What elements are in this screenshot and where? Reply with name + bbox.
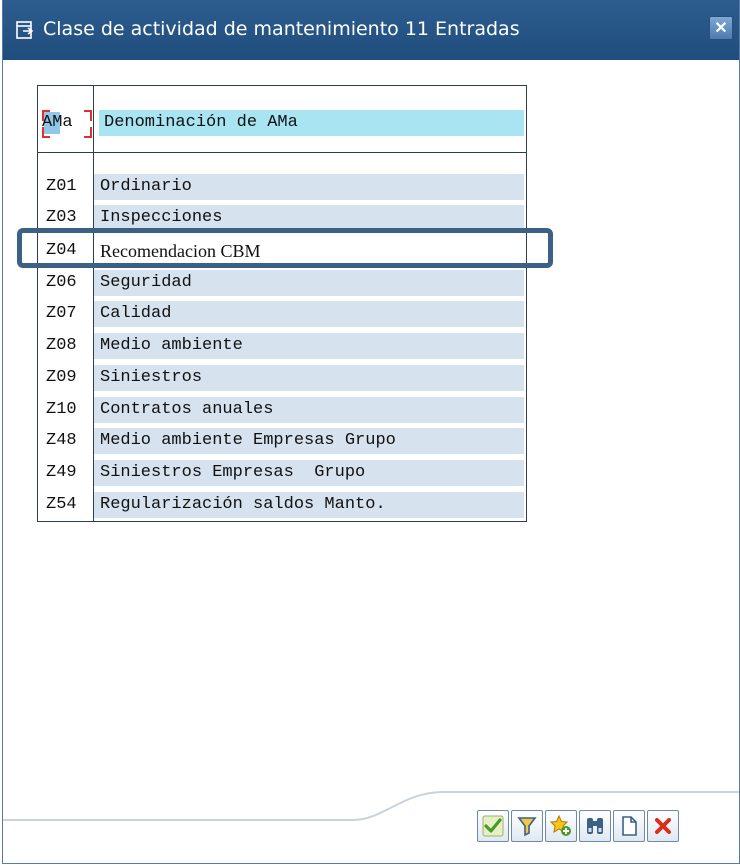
row-name: Contratos anuales <box>94 397 524 423</box>
filter-icon <box>517 817 537 837</box>
list-row[interactable]: Z54 Regularización saldos Manto. <box>38 490 526 520</box>
selection-highlight <box>17 228 553 268</box>
cancel-icon <box>655 818 671 834</box>
new-document-icon <box>622 816 637 836</box>
column-header-key[interactable]: AMa <box>42 110 92 138</box>
window-title: Clase de actividad de mantenimiento 11 E… <box>43 18 520 40</box>
row-key: Z08 <box>46 336 77 355</box>
list-row[interactable]: Z49 Siniestros Empresas Grupo <box>38 458 526 488</box>
list-row[interactable]: Z48 Medio ambiente Empresas Grupo <box>38 426 526 456</box>
row-name: Siniestros Empresas Grupo <box>94 460 524 486</box>
filter-button[interactable] <box>511 810 543 842</box>
cancel-button[interactable] <box>647 810 679 842</box>
row-key: Z07 <box>46 304 77 323</box>
list-row[interactable]: Z01 Ordinario <box>38 172 526 202</box>
row-name: Medio ambiente Empresas Grupo <box>94 428 524 454</box>
row-key: Z54 <box>46 495 77 514</box>
focus-bracket-icon <box>84 110 92 121</box>
star-add-icon <box>549 814 571 836</box>
row-name: Regularización saldos Manto. <box>94 492 524 518</box>
header-separator <box>38 152 526 153</box>
row-name: Ordinario <box>94 174 524 200</box>
row-name: Medio ambiente <box>94 333 524 359</box>
row-name: Calidad <box>94 301 524 327</box>
close-button[interactable]: ✕ <box>709 16 733 40</box>
new-entry-button[interactable] <box>613 810 645 842</box>
close-icon: ✕ <box>714 20 728 37</box>
column-header-name[interactable]: Denominación de AMa <box>99 110 524 136</box>
check-icon <box>482 815 504 837</box>
row-key: Z48 <box>46 431 77 450</box>
row-key: Z49 <box>46 463 77 482</box>
dialog-toolbar <box>477 810 679 842</box>
list-row[interactable]: Z07 Calidad <box>38 299 526 329</box>
row-key: Z06 <box>46 273 77 292</box>
row-name: Siniestros <box>94 365 524 391</box>
confirm-button[interactable] <box>477 810 509 842</box>
window-menu-icon[interactable] <box>15 20 35 40</box>
find-button[interactable] <box>579 810 611 842</box>
binoculars-icon <box>587 818 603 834</box>
dialog-window: Clase de actividad de mantenimiento 11 E… <box>2 0 740 864</box>
title-bar: Clase de actividad de mantenimiento 11 E… <box>3 0 739 60</box>
focus-bracket-icon <box>84 127 92 138</box>
list-row[interactable]: Z06 Seguridad <box>38 268 526 298</box>
list-row[interactable]: Z10 Contratos anuales <box>38 395 526 425</box>
row-key: Z10 <box>46 400 77 419</box>
row-key: Z09 <box>46 368 77 387</box>
list-row[interactable]: Z08 Medio ambiente <box>38 331 526 361</box>
row-key: Z01 <box>46 177 77 196</box>
column-header-key-label: AMa <box>42 113 73 132</box>
values-list: AMa Denominación de AMa Z01 Ordinario Z0… <box>37 85 527 522</box>
add-favorite-button[interactable] <box>545 810 577 842</box>
list-row[interactable]: Z09 Siniestros <box>38 363 526 393</box>
row-name: Seguridad <box>94 270 524 296</box>
